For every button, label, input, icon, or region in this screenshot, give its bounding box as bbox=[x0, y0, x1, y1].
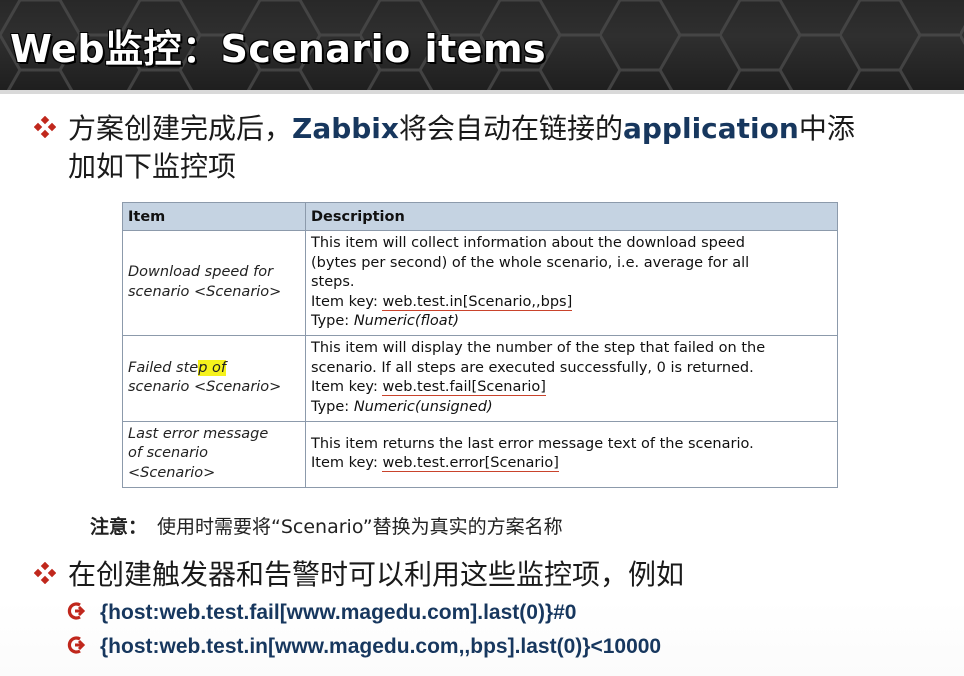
column-header-description: Description bbox=[305, 202, 838, 231]
item-text: of scenario bbox=[128, 445, 208, 462]
header-banner: Web监控：Scenario items bbox=[0, 0, 964, 90]
bullet-1-zabbix: Zabbix bbox=[292, 112, 399, 145]
item-key-label: Item key: bbox=[311, 293, 383, 310]
note-body: 使用时需要将“Scenario”替换为真实的方案名称 bbox=[157, 516, 563, 538]
bullet-1-application: application bbox=[622, 112, 799, 145]
bullet-1-part-1: 方案创建完成后， bbox=[68, 112, 293, 145]
item-key-label: Item key: bbox=[311, 379, 383, 395]
bullet-2-text: 在创建触发器和告警时可以利用这些监控项，例如 bbox=[68, 558, 685, 591]
item-cell: Failed step of scenario <Scenario> bbox=[122, 334, 306, 422]
description-text: steps. bbox=[311, 274, 355, 290]
item-text: Last error message bbox=[128, 425, 269, 442]
item-text: Download speed for bbox=[128, 264, 274, 281]
description-text: (bytes per second) of the whole scenario… bbox=[311, 254, 750, 271]
description-cell: This item will collect information about… bbox=[305, 230, 838, 336]
diamond-bullet-icon bbox=[34, 562, 56, 584]
bullet-1-part-3: 将会自动在链接的 bbox=[398, 112, 623, 145]
description-text: scenario. If all steps are executed succ… bbox=[311, 359, 754, 376]
item-text: scenario <Scenario> bbox=[128, 283, 282, 300]
table-row: Download speed for scenario <Scenario> T… bbox=[122, 230, 838, 336]
bullet-1-text: 方案创建完成后，Zabbix将会自动在链接的application中添 加如下监… bbox=[68, 110, 948, 186]
curved-arrow-icon bbox=[67, 602, 86, 620]
diamond-bullet-icon bbox=[34, 116, 56, 138]
example-line: {host:web.test.fail[www.magedu.com].last… bbox=[64, 600, 576, 625]
table-row: Last error message of scenario <Scenario… bbox=[122, 420, 838, 488]
table-header-row: Item Description bbox=[122, 202, 838, 231]
type-value: Numeric(unsigned) bbox=[353, 398, 493, 415]
item-key: web.test.fail[Scenario] bbox=[382, 379, 546, 396]
item-key: web.test.error[Scenario] bbox=[382, 455, 559, 472]
description-text: This item will display the number of the… bbox=[311, 340, 766, 356]
header-divider bbox=[0, 90, 964, 94]
type-label: Type: bbox=[311, 398, 354, 415]
note-label: 注意： bbox=[90, 516, 148, 538]
table-row: Failed step of scenario <Scenario> This … bbox=[122, 334, 838, 422]
description-cell: This item returns the last error message… bbox=[305, 420, 838, 488]
item-cell: Download speed for scenario <Scenario> bbox=[122, 230, 306, 336]
example-line: {host:web.test.in[www.magedu.com,,bps].l… bbox=[64, 634, 661, 659]
description-text: This item will collect information about… bbox=[311, 235, 745, 251]
example-expression: {host:web.test.fail[www.magedu.com].last… bbox=[100, 601, 577, 624]
item-text: <Scenario> bbox=[128, 464, 216, 481]
description-cell: This item will display the number of the… bbox=[305, 334, 838, 422]
item-text: scenario <Scenario> bbox=[128, 379, 282, 395]
column-header-item: Item bbox=[122, 202, 306, 231]
slide: Web监控：Scenario items 方案创建完成后，Zabbix将会自动在… bbox=[0, 0, 964, 676]
item-key: web.test.in[Scenario,,bps] bbox=[382, 293, 573, 311]
item-text: Failed ste bbox=[128, 359, 199, 376]
page-title: Web监控：Scenario items bbox=[10, 27, 547, 71]
type-label: Type: bbox=[311, 313, 354, 329]
highlight-mark: p of bbox=[198, 359, 226, 376]
scenario-items-table: Item Description Download speed for scen… bbox=[122, 202, 838, 488]
bullet-1-part-5: 中添 bbox=[798, 112, 855, 145]
curved-arrow-icon bbox=[67, 636, 86, 654]
item-key-label: Item key: bbox=[311, 455, 383, 471]
description-text: This item returns the last error message… bbox=[311, 435, 754, 452]
type-value: Numeric(float) bbox=[353, 313, 459, 329]
bullet-1-line-2: 加如下监控项 bbox=[68, 150, 237, 183]
item-cell: Last error message of scenario <Scenario… bbox=[122, 420, 306, 488]
note: 注意： 使用时需要将“Scenario”替换为真实的方案名称 bbox=[90, 512, 563, 539]
example-expression: {host:web.test.in[www.magedu.com,,bps].l… bbox=[100, 635, 662, 658]
